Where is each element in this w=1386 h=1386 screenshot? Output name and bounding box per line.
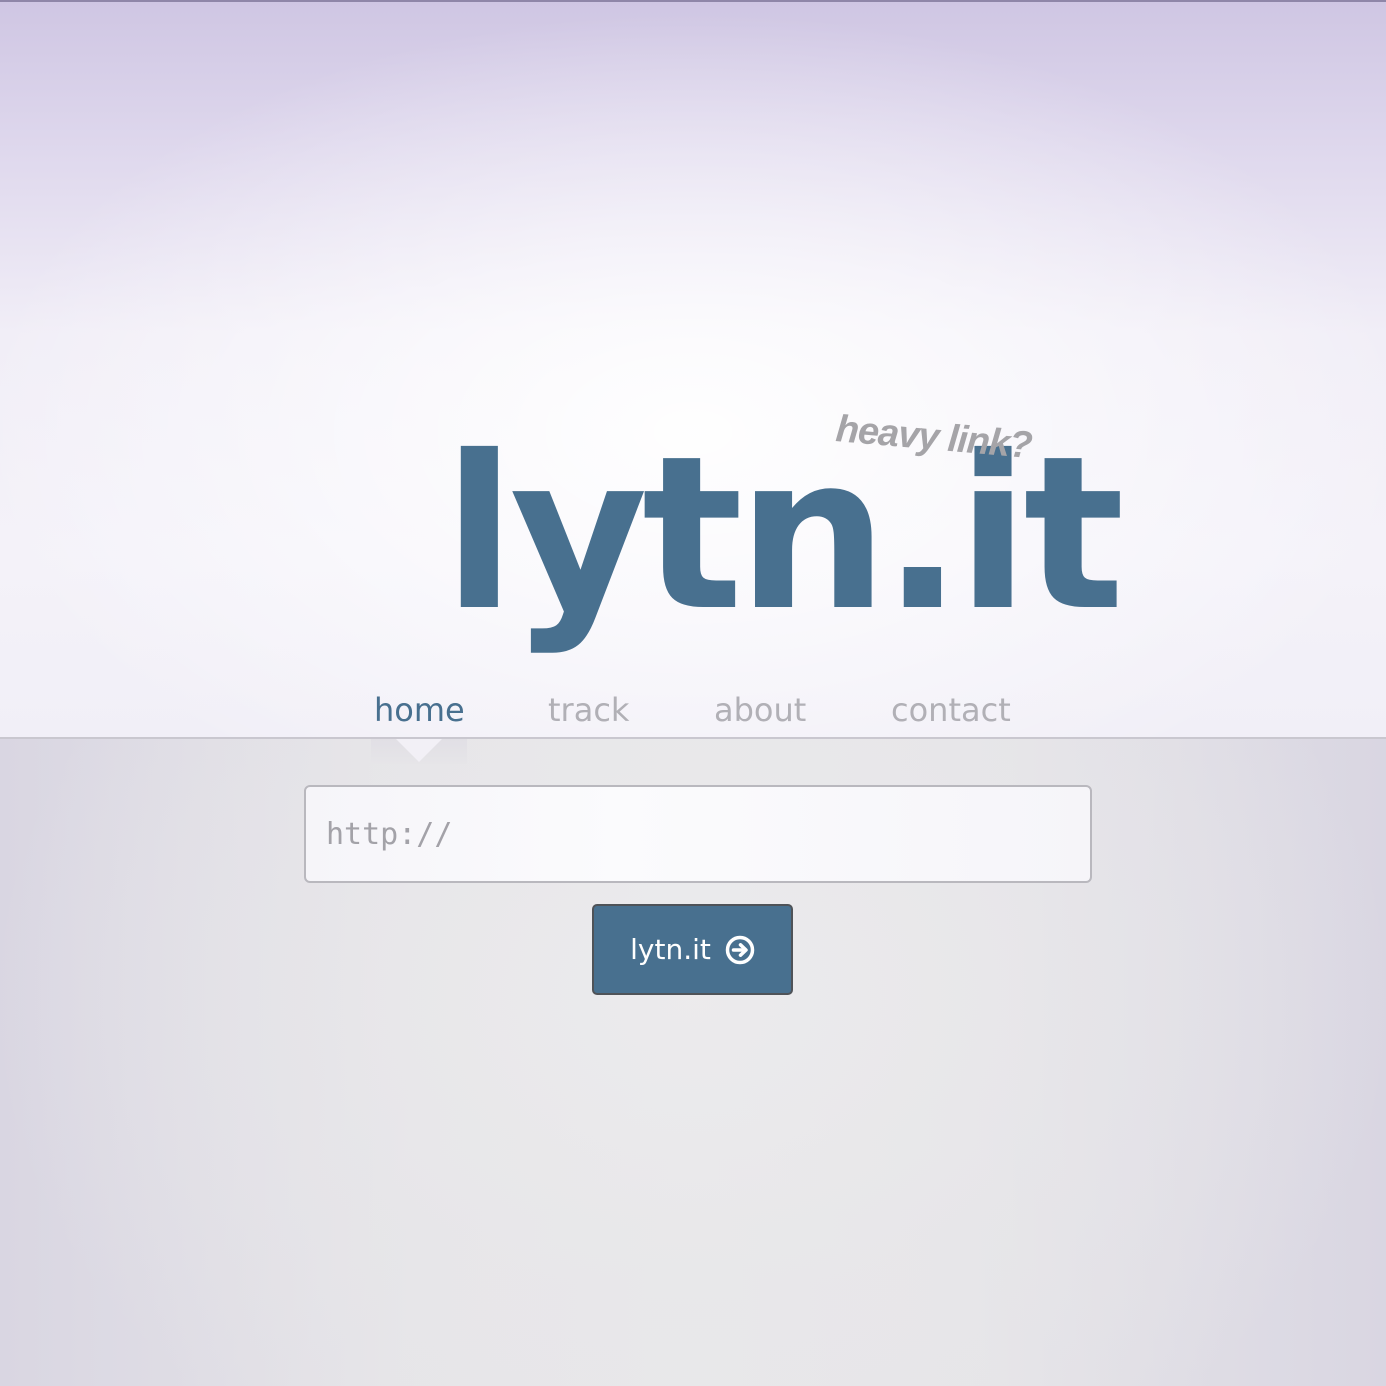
arrow-right-circle-icon — [725, 935, 755, 965]
active-nav-indicator — [396, 739, 442, 762]
shorten-button-label: lytn.it — [630, 933, 711, 966]
nav-item-contact[interactable]: contact — [891, 688, 1011, 732]
shorten-button[interactable]: lytn.it — [592, 904, 793, 995]
site-logo[interactable]: lytn.it — [443, 428, 1125, 708]
main-nav: home track about contact — [0, 688, 1386, 734]
nav-item-track[interactable]: track — [548, 688, 629, 732]
nav-item-home[interactable]: home — [374, 688, 465, 732]
url-input[interactable] — [304, 785, 1092, 883]
nav-item-about[interactable]: about — [714, 688, 806, 732]
